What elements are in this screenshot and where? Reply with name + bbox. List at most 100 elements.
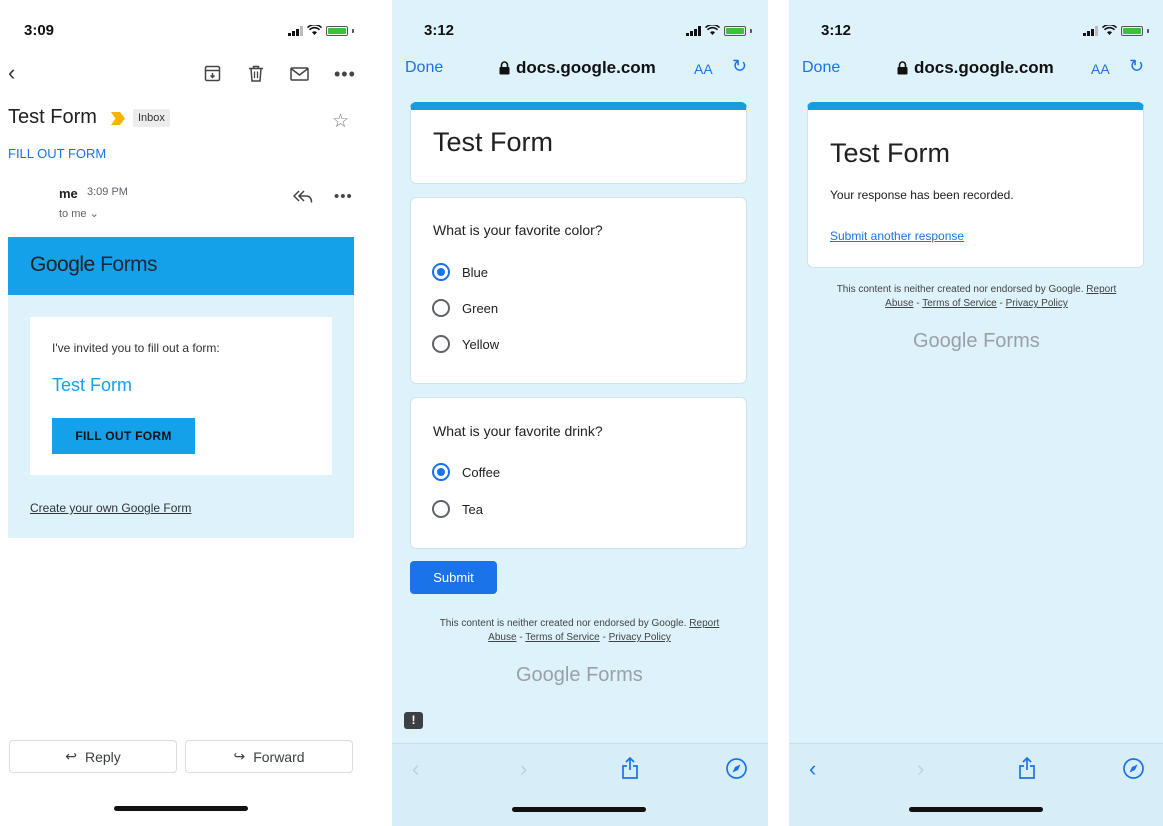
privacy-link[interactable]: Privacy Policy: [609, 632, 671, 643]
create-form-link[interactable]: Create your own Google Form: [30, 501, 191, 515]
forward-icon: ↪: [233, 748, 246, 764]
signal-icon: [1083, 25, 1098, 36]
invite-card: I've invited you to fill out a form: Tes…: [30, 317, 332, 475]
text-size-button[interactable]: AA: [1091, 61, 1110, 77]
star-icon[interactable]: ☆: [332, 110, 349, 133]
status-time: 3:09: [24, 22, 55, 39]
trash-icon[interactable]: [248, 65, 264, 82]
disclaimer-text: This content is neither created nor endo…: [439, 618, 687, 629]
radio-selected-icon[interactable]: [432, 463, 450, 481]
privacy-link[interactable]: Privacy Policy: [1006, 298, 1068, 309]
report-link[interactable]: Report: [1086, 284, 1116, 295]
status-time: 3:12: [821, 22, 852, 39]
reply-all-icon[interactable]: [293, 190, 313, 204]
home-indicator[interactable]: [114, 806, 248, 811]
browser-toolbar: ‹ ›: [789, 743, 1163, 826]
status-time: 3:12: [424, 22, 455, 39]
url-bar[interactable]: docs.google.com: [499, 58, 656, 78]
option-yellow[interactable]: Yellow: [432, 335, 499, 353]
back-icon[interactable]: ‹: [412, 756, 419, 782]
archive-icon[interactable]: [204, 65, 221, 82]
done-button[interactable]: Done: [802, 59, 840, 77]
forward-icon[interactable]: ›: [917, 756, 924, 782]
radio-icon[interactable]: [432, 299, 450, 317]
report-issue-icon[interactable]: !: [404, 712, 423, 729]
reply-button[interactable]: ↩ Reply: [9, 740, 177, 773]
home-indicator[interactable]: [512, 807, 646, 812]
disclaimer: This content is neither created nor endo…: [836, 284, 1117, 309]
question-card-color: What is your favorite color? Blue Green …: [410, 197, 747, 384]
compass-icon[interactable]: [1123, 758, 1144, 779]
recipient-toggle[interactable]: to me ⌄: [59, 207, 99, 220]
to-me-label: to me: [59, 208, 87, 220]
sent-time: 3:09 PM: [87, 186, 128, 198]
forward-label: Forward: [253, 748, 305, 765]
option-label: Tea: [462, 501, 483, 517]
option-blue[interactable]: Blue: [432, 263, 488, 281]
option-coffee[interactable]: Coffee: [432, 463, 500, 481]
option-tea[interactable]: Tea: [432, 500, 483, 518]
abuse-link[interactable]: Abuse: [488, 632, 516, 643]
submit-another-link[interactable]: Submit another response: [830, 229, 964, 243]
important-marker-icon[interactable]: [111, 112, 125, 125]
battery-icon: [326, 25, 348, 36]
gmail-screen: 3:09 ‹ ••• Test Form Inbox ☆ FILL OUT FO…: [0, 0, 364, 826]
wifi-icon: [705, 25, 720, 35]
radio-selected-icon[interactable]: [432, 263, 450, 281]
url-bar[interactable]: docs.google.com: [897, 58, 1054, 78]
radio-icon[interactable]: [432, 500, 450, 518]
terms-link[interactable]: Terms of Service: [922, 298, 996, 309]
response-recorded-text: Your response has been recorded.: [830, 188, 1014, 202]
home-indicator[interactable]: [909, 807, 1043, 812]
reload-icon[interactable]: ↻: [1129, 56, 1144, 77]
google-forms-logo: Google Forms: [516, 664, 643, 687]
mail-icon[interactable]: [290, 67, 309, 81]
battery-icon: [724, 25, 746, 36]
wifi-icon: [1102, 25, 1117, 35]
question-drink: What is your favorite drink?: [433, 423, 603, 439]
signal-icon: [686, 25, 701, 36]
google-forms-logo: Google Forms: [30, 253, 158, 277]
form-title-link[interactable]: Test Form: [52, 375, 132, 396]
confirmation-card: Test Form Your response has been recorde…: [807, 102, 1144, 268]
reload-icon[interactable]: ↻: [732, 56, 747, 77]
back-icon[interactable]: ‹: [809, 756, 816, 782]
logo-forms-text: Forms: [100, 253, 158, 276]
radio-icon[interactable]: [432, 335, 450, 353]
logo-google-text: Google: [30, 253, 95, 276]
more-icon[interactable]: •••: [334, 64, 356, 85]
compass-icon[interactable]: [726, 758, 747, 779]
terms-link[interactable]: Terms of Service: [525, 632, 599, 643]
forward-icon[interactable]: ›: [520, 756, 527, 782]
option-label: Green: [462, 300, 499, 316]
form-title: Test Form: [830, 138, 951, 168]
wifi-icon: [307, 25, 322, 35]
fill-out-form-button[interactable]: FILL OUT FORM: [52, 418, 195, 454]
question-color: What is your favorite color?: [433, 222, 603, 238]
lock-icon: [499, 61, 510, 75]
back-chevron-icon[interactable]: ‹: [8, 62, 15, 84]
abuse-link[interactable]: Abuse: [885, 298, 913, 309]
inbox-label[interactable]: Inbox: [133, 109, 170, 127]
google-forms-logo: Google Forms: [913, 330, 1040, 353]
form-title: Test Form: [433, 127, 554, 157]
message-more-icon[interactable]: •••: [334, 188, 353, 205]
disclaimer-text: This content is neither created nor endo…: [836, 284, 1084, 295]
status-icons: [686, 25, 752, 36]
forward-button[interactable]: ↪ Forward: [185, 740, 353, 773]
option-green[interactable]: Green: [432, 299, 498, 317]
reply-icon: ↩: [65, 748, 77, 764]
logo-google-text: Google: [913, 330, 978, 352]
fill-out-form-link[interactable]: FILL OUT FORM: [8, 146, 106, 161]
browser-toolbar: ‹ ›: [392, 743, 768, 826]
option-label: Coffee: [462, 464, 501, 480]
invite-text: I've invited you to fill out a form:: [52, 341, 220, 355]
share-icon[interactable]: [621, 757, 639, 779]
signal-icon: [288, 25, 303, 36]
done-button[interactable]: Done: [405, 59, 443, 77]
submit-button[interactable]: Submit: [410, 561, 497, 594]
share-icon[interactable]: [1018, 757, 1036, 779]
text-size-button[interactable]: AA: [694, 61, 713, 77]
report-link[interactable]: Report: [689, 618, 719, 629]
chevron-down-icon: ⌄: [89, 208, 99, 220]
